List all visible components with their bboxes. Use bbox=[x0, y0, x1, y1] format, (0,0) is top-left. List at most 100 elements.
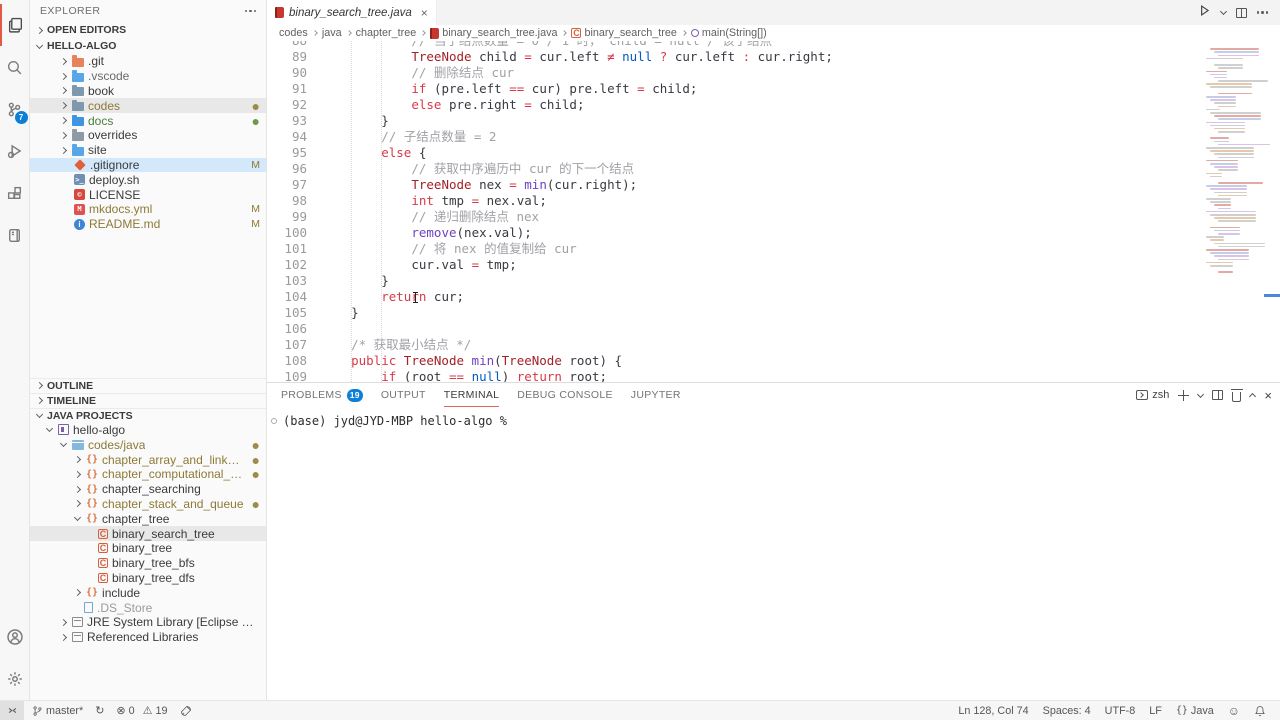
panel-tab-output[interactable]: OUTPUT bbox=[381, 383, 426, 407]
breadcrumb-item[interactable]: Cbinary_search_tree bbox=[571, 27, 676, 39]
remote-indicator[interactable] bbox=[0, 701, 24, 720]
line-number: 92 bbox=[267, 97, 307, 113]
explorer-icon[interactable] bbox=[0, 4, 30, 46]
encoding[interactable]: UTF-8 bbox=[1105, 705, 1136, 717]
extensions-icon[interactable] bbox=[0, 172, 30, 214]
folder-icon bbox=[72, 87, 84, 96]
java-tree-item-jre-system-library--eclipse-temurin-17--17----[interactable]: JRE System Library [Eclipse Temurin 17 [… bbox=[30, 615, 266, 630]
eol-sequence[interactable]: LF bbox=[1149, 705, 1162, 717]
tree-item-license[interactable]: ©LICENSE bbox=[30, 187, 266, 202]
split-terminal-icon[interactable] bbox=[1212, 390, 1223, 400]
line-number: 100 bbox=[267, 225, 307, 241]
line-number: 105 bbox=[267, 305, 307, 321]
editor-more-icon[interactable] bbox=[1257, 11, 1269, 14]
breadcrumb-item[interactable]: main(String[]) bbox=[691, 27, 767, 39]
split-editor-icon[interactable] bbox=[1236, 8, 1247, 18]
sync-status[interactable]: ↻ bbox=[95, 704, 104, 717]
code-text: cur.val = tmp; bbox=[307, 257, 517, 273]
source-control-icon[interactable]: 7 bbox=[0, 88, 30, 130]
run-debug-icon[interactable] bbox=[0, 130, 30, 172]
tree-item-mkdocs-yml[interactable]: Mmkdocs.ymlM bbox=[30, 202, 266, 217]
section-timeline[interactable]: TIMELINE bbox=[30, 393, 266, 408]
feedback-smiley[interactable]: ☺ bbox=[1228, 704, 1240, 718]
line-number: 106 bbox=[267, 321, 307, 337]
java-tree-item-referenced-libraries[interactable]: Referenced Libraries bbox=[30, 630, 266, 645]
java-tree-item-codes-java[interactable]: codes/java● bbox=[30, 437, 266, 452]
run-button[interactable] bbox=[1198, 4, 1211, 22]
panel-tab-label: OUTPUT bbox=[381, 389, 426, 401]
terminal-area[interactable]: (base) jyd@JYD-MBP hello-algo % bbox=[267, 407, 1280, 700]
java-tree-item-chapter-computational-complexity[interactable]: {}chapter_computational_complexity● bbox=[30, 467, 266, 482]
problems-status[interactable]: ⊗ 0 ⚠ 19 bbox=[116, 704, 167, 717]
minimap-line bbox=[1206, 122, 1245, 124]
terminal-dropdown-icon[interactable] bbox=[1197, 390, 1204, 397]
breadcrumb-item[interactable]: java bbox=[322, 27, 342, 39]
code-line: 92else pre.right = child; bbox=[267, 97, 1190, 113]
close-panel-icon[interactable]: × bbox=[1264, 389, 1272, 402]
minimap[interactable] bbox=[1204, 45, 1264, 275]
java-tree-item-binary-search-tree[interactable]: Cbinary_search_tree bbox=[30, 526, 266, 541]
account-icon[interactable] bbox=[0, 616, 30, 658]
maximize-panel-icon[interactable] bbox=[1249, 393, 1256, 400]
tree-item-readme-md[interactable]: iREADME.mdM bbox=[30, 217, 266, 232]
section-open-editors[interactable]: OPEN EDITORS bbox=[30, 22, 266, 38]
tree-item-overrides[interactable]: overrides bbox=[30, 128, 266, 143]
java-tree-item-binary-tree-bfs[interactable]: Cbinary_tree_bfs bbox=[30, 556, 266, 571]
code-text: else { bbox=[307, 145, 426, 161]
java-tree-item-include[interactable]: {}include bbox=[30, 585, 266, 600]
editor-tab[interactable]: binary_search_tree.java × bbox=[267, 0, 437, 25]
tree-item-label: binary_search_tree bbox=[112, 527, 215, 541]
tab-close-icon[interactable]: × bbox=[421, 6, 428, 20]
java-tree-item-binary-tree[interactable]: Cbinary_tree bbox=[30, 541, 266, 556]
explorer-more-icon[interactable] bbox=[245, 10, 257, 13]
chevron-right-icon bbox=[60, 58, 67, 65]
minimap-line bbox=[1218, 55, 1259, 57]
panel-tab-debug-console[interactable]: DEBUG CONSOLE bbox=[517, 383, 613, 407]
panel-tab-terminal[interactable]: TERMINAL bbox=[444, 383, 500, 407]
java-tree-item-chapter-searching[interactable]: {}chapter_searching bbox=[30, 482, 266, 497]
java-tree-item-chapter-array-and-linkedlist[interactable]: {}chapter_array_and_linkedlist● bbox=[30, 452, 266, 467]
breadcrumb-item[interactable]: codes bbox=[279, 27, 308, 39]
java-tree-item--ds-store[interactable]: .DS_Store bbox=[30, 600, 266, 615]
tab-title: binary_search_tree.java bbox=[289, 7, 412, 19]
chevron-right-icon bbox=[60, 73, 67, 80]
panel-tab-jupyter[interactable]: JUPYTER bbox=[631, 383, 681, 407]
kill-terminal-icon[interactable] bbox=[1232, 392, 1241, 402]
section-outline[interactable]: OUTLINE bbox=[30, 378, 266, 393]
tree-item--git[interactable]: .git bbox=[30, 54, 266, 69]
code-text: return cur; bbox=[307, 289, 464, 305]
tree-item--gitignore[interactable]: .gitignoreM bbox=[30, 158, 266, 173]
section-workspace-root[interactable]: HELLO-ALGO bbox=[30, 38, 266, 54]
java-tree-item-chapter-stack-and-queue[interactable]: {}chapter_stack_and_queue● bbox=[30, 497, 266, 512]
tree-item-site[interactable]: site bbox=[30, 143, 266, 158]
settings-gear-icon[interactable] bbox=[0, 658, 30, 700]
java-tree-item-binary-tree-dfs[interactable]: Cbinary_tree_dfs bbox=[30, 571, 266, 586]
run-dropdown-icon[interactable] bbox=[1219, 8, 1226, 15]
tree-item-book[interactable]: book bbox=[30, 84, 266, 99]
class-icon: C bbox=[98, 543, 108, 553]
search-icon[interactable] bbox=[0, 46, 30, 88]
chevron-right-icon bbox=[74, 500, 81, 507]
section-java-projects[interactable]: JAVA PROJECTS bbox=[30, 408, 266, 423]
tree-item-deploy-sh[interactable]: >_deploy.sh bbox=[30, 172, 266, 187]
java-tree-item-chapter-tree[interactable]: {}chapter_tree bbox=[30, 511, 266, 526]
java-tree-item-hello-algo[interactable]: hello-algo bbox=[30, 423, 266, 438]
new-terminal-icon[interactable] bbox=[1178, 390, 1189, 401]
notebook-icon[interactable] bbox=[0, 214, 30, 256]
breadcrumb-item[interactable]: chapter_tree bbox=[356, 27, 417, 39]
tree-item--vscode[interactable]: .vscode bbox=[30, 69, 266, 84]
tree-item-codes[interactable]: codes● bbox=[30, 98, 266, 113]
panel-tab-problems[interactable]: PROBLEMS19 bbox=[281, 383, 363, 407]
language-mode[interactable]: {} Java bbox=[1176, 705, 1214, 717]
indentation[interactable]: Spaces: 4 bbox=[1043, 705, 1091, 717]
breadcrumb-item[interactable]: binary_search_tree.java bbox=[430, 27, 557, 39]
branch-status[interactable]: master* bbox=[32, 705, 83, 717]
minimap-line bbox=[1214, 166, 1238, 168]
notifications-bell[interactable] bbox=[1254, 705, 1266, 717]
tree-item-docs[interactable]: docs● bbox=[30, 113, 266, 128]
code-editor[interactable]: 88// 当子结点数量 = 0 / 1 时， child = null / 该子… bbox=[267, 41, 1280, 382]
tree-item-label: docs bbox=[88, 114, 113, 128]
cursor-position[interactable]: Ln 128, Col 74 bbox=[958, 705, 1028, 717]
terminal-selector[interactable]: zsh bbox=[1136, 389, 1169, 401]
launch-status[interactable] bbox=[180, 705, 192, 717]
